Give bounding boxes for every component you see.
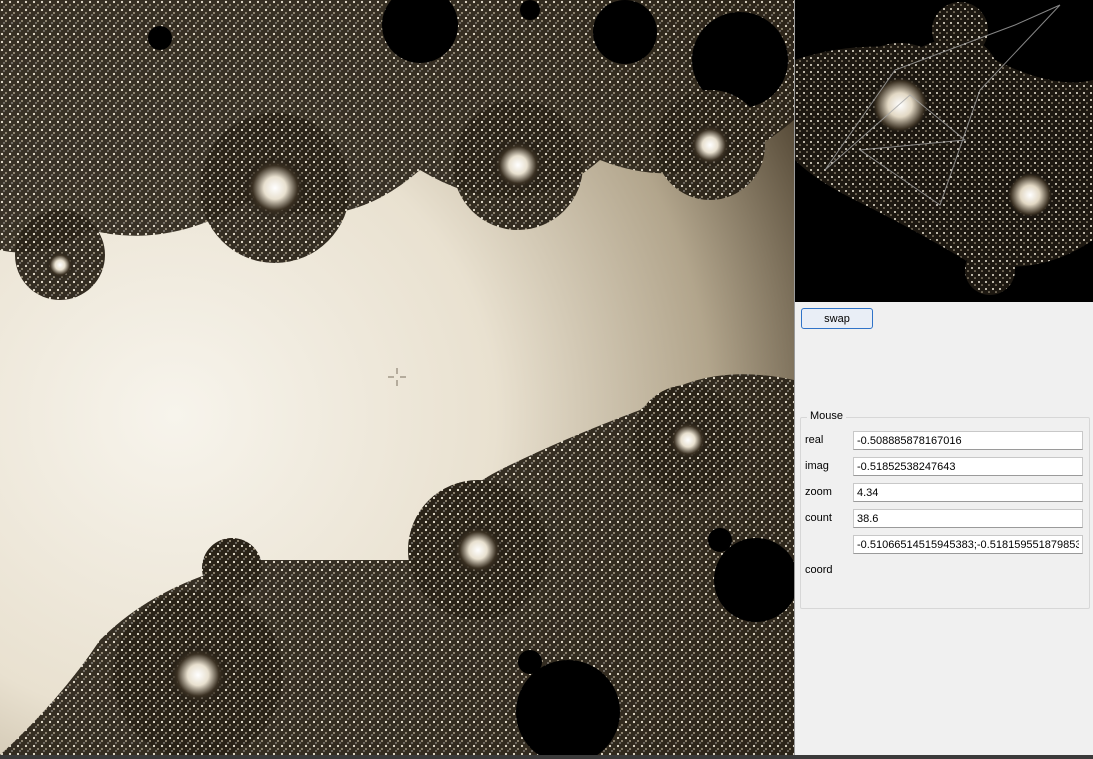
real-label: real <box>805 434 824 446</box>
coord-label: coord <box>805 564 833 576</box>
fractal-canvas[interactable] <box>0 0 795 755</box>
fractal-render[interactable] <box>0 0 794 755</box>
window-bottom-edge <box>0 755 1093 759</box>
coord-field[interactable] <box>853 535 1083 554</box>
preview-render <box>795 0 1093 302</box>
control-panel: swap Mouse real imag zoom count coord <box>795 302 1093 757</box>
zoom-label: zoom <box>805 486 832 498</box>
count-field[interactable] <box>853 509 1083 528</box>
mouse-groupbox: Mouse real imag zoom count coord <box>800 410 1090 609</box>
real-field[interactable] <box>853 431 1083 450</box>
app-window: swap Mouse real imag zoom count coord <box>0 0 1093 759</box>
count-label: count <box>805 512 832 524</box>
mouse-group-label: Mouse <box>807 410 847 422</box>
swap-button[interactable]: swap <box>801 308 873 329</box>
imag-label: imag <box>805 460 829 472</box>
zoom-field[interactable] <box>853 483 1083 502</box>
imag-field[interactable] <box>853 457 1083 476</box>
preview-canvas[interactable] <box>795 0 1093 303</box>
